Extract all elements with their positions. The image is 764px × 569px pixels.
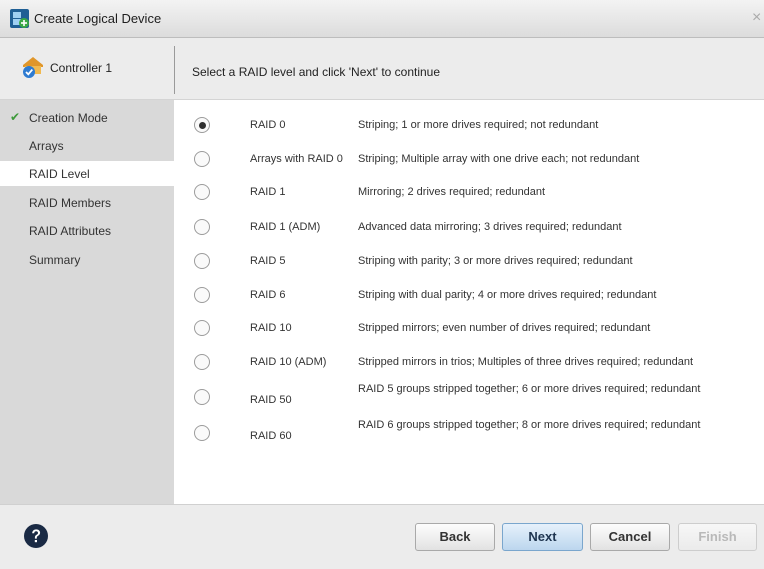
raid-option-description: Striping with dual parity; 4 or more dri…: [358, 289, 657, 301]
back-button[interactable]: Back: [415, 523, 495, 551]
step-arrays[interactable]: Arrays: [0, 133, 174, 158]
raid-option-row[interactable]: RAID 50 RAID 5 groups stripped together;…: [174, 382, 764, 412]
step-raid-level[interactable]: RAID Level: [0, 161, 174, 186]
raid-option-description: RAID 6 groups stripped together; 8 or mo…: [358, 419, 701, 431]
cancel-button[interactable]: Cancel: [590, 523, 670, 551]
controller-icon: [23, 57, 43, 78]
raid-option-row[interactable]: RAID 10 (ADM) Stripped mirrors in trios;…: [174, 347, 764, 377]
raid-option-radio[interactable]: [194, 151, 210, 167]
instruction-text: Select a RAID level and click 'Next' to …: [192, 65, 441, 79]
raid-option-row[interactable]: RAID 60 RAID 6 groups stripped together;…: [174, 418, 764, 448]
raid-option-name: RAID 60: [250, 430, 292, 442]
raid-option-radio[interactable]: [194, 117, 210, 133]
raid-option-name: Arrays with RAID 0: [250, 153, 343, 165]
raid-option-row[interactable]: RAID 1 Mirroring; 2 drives required; red…: [174, 177, 764, 207]
raid-option-name: RAID 0: [250, 119, 286, 131]
raid-option-radio[interactable]: [194, 184, 210, 200]
raid-option-name: RAID 10 (ADM): [250, 356, 327, 368]
raid-option-name: RAID 50: [250, 394, 292, 406]
raid-option-description: Striping; 1 or more drives required; not…: [358, 119, 599, 131]
step-creation-mode[interactable]: ✔ Creation Mode: [0, 105, 174, 130]
raid-option-radio[interactable]: [194, 425, 210, 441]
step-summary[interactable]: Summary: [0, 247, 174, 272]
dialog-footer: Back Next Cancel Finish: [0, 504, 764, 569]
raid-option-name: RAID 6: [250, 289, 286, 301]
raid-option-description: RAID 5 groups stripped together; 6 or mo…: [358, 383, 701, 395]
raid-option-description: Stripped mirrors; even number of drives …: [358, 322, 651, 334]
wizard-steps-sidebar: ✔ Creation Mode Arrays RAID Level RAID M…: [0, 100, 174, 504]
step-label: RAID Attributes: [29, 224, 112, 238]
step-label: RAID Members: [29, 196, 112, 210]
raid-option-row[interactable]: Arrays with RAID 0 Striping; Multiple ar…: [174, 144, 764, 174]
raid-option-name: RAID 1 (ADM): [250, 221, 321, 233]
step-label: Summary: [29, 253, 81, 267]
window-title: Create Logical Device: [34, 11, 162, 26]
step-label: Creation Mode: [29, 111, 108, 125]
dialog-header: Controller 1 Select a RAID level and cli…: [0, 38, 764, 100]
raid-option-description: Striping; Multiple array with one drive …: [358, 153, 640, 165]
raid-option-row[interactable]: RAID 0 Striping; 1 or more drives requir…: [174, 110, 764, 140]
step-label: RAID Level: [29, 167, 90, 181]
raid-option-radio[interactable]: [194, 320, 210, 336]
help-icon[interactable]: [24, 524, 48, 548]
logical-device-add-icon: [10, 9, 29, 28]
raid-option-row[interactable]: RAID 10 Stripped mirrors; even number of…: [174, 313, 764, 343]
raid-option-radio[interactable]: [194, 219, 210, 235]
header-divider: [174, 46, 175, 94]
raid-option-radio[interactable]: [194, 253, 210, 269]
finish-button: Finish: [678, 523, 757, 551]
raid-option-description: Striping with parity; 3 or more drives r…: [358, 255, 633, 267]
next-button[interactable]: Next: [502, 523, 583, 551]
raid-option-name: RAID 5: [250, 255, 286, 267]
raid-option-row[interactable]: RAID 5 Striping with parity; 3 or more d…: [174, 246, 764, 276]
raid-level-options: RAID 0 Striping; 1 or more drives requir…: [174, 100, 764, 504]
step-label: Arrays: [29, 139, 64, 153]
close-icon[interactable]: ×: [752, 9, 764, 27]
raid-option-description: Advanced data mirroring; 3 drives requir…: [358, 221, 622, 233]
step-raid-attributes[interactable]: RAID Attributes: [0, 218, 174, 243]
raid-option-radio[interactable]: [194, 389, 210, 405]
raid-option-row[interactable]: RAID 6 Striping with dual parity; 4 or m…: [174, 280, 764, 310]
controller-name: Controller 1: [50, 61, 113, 75]
raid-option-description: Stripped mirrors in trios; Multiples of …: [358, 356, 694, 368]
raid-option-name: RAID 1: [250, 186, 286, 198]
step-raid-members[interactable]: RAID Members: [0, 190, 174, 215]
checkmark-icon: ✔: [10, 110, 21, 124]
raid-option-description: Mirroring; 2 drives required; redundant: [358, 186, 546, 198]
raid-option-name: RAID 10: [250, 322, 292, 334]
raid-option-radio[interactable]: [194, 354, 210, 370]
raid-option-radio[interactable]: [194, 287, 210, 303]
title-bar: Create Logical Device ×: [0, 0, 764, 38]
raid-option-row[interactable]: RAID 1 (ADM) Advanced data mirroring; 3 …: [174, 212, 764, 242]
